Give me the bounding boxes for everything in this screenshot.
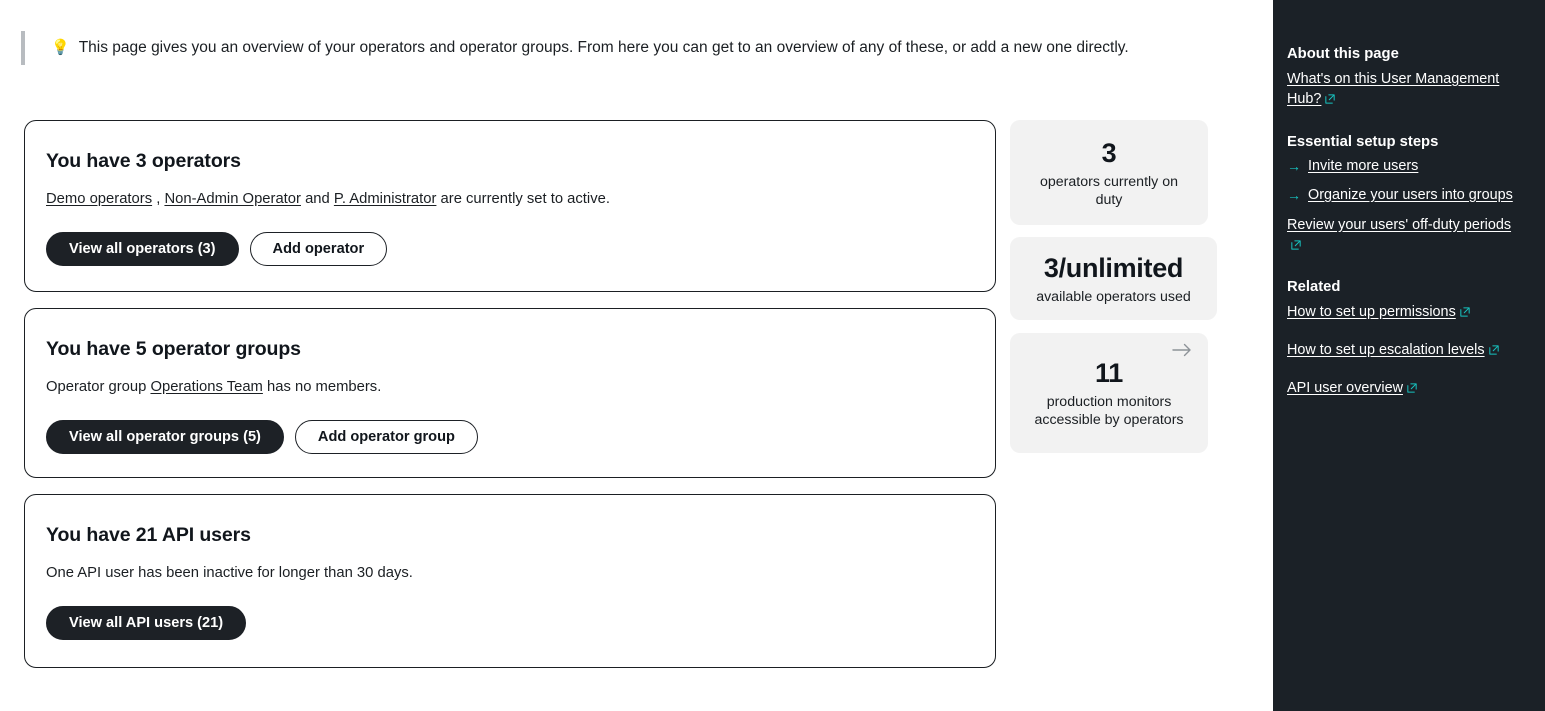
help-sidebar: About this page What's on this User Mana…	[1273, 0, 1545, 711]
stat-monitors-value: 11	[1095, 358, 1123, 388]
operator-groups-card-description: Operator group Operations Team has no me…	[46, 377, 974, 397]
stat-operators-on-duty: 3 operators currently on duty	[1010, 120, 1208, 225]
sidebar-about-link-row: What's on this User Management Hub?	[1287, 69, 1525, 109]
external-link-icon	[1460, 307, 1470, 317]
external-link-icon	[1488, 345, 1499, 355]
sidebar-heading-about: About this page	[1287, 46, 1399, 62]
sidebar-related-item-1: How to set up permissions	[1287, 302, 1525, 322]
sidebar-link-organize-users-into-groups[interactable]: Organize your users into groups	[1308, 186, 1513, 205]
lightbulb-icon: 💡	[51, 39, 70, 56]
sidebar-link-invite-more-users[interactable]: Invite more users	[1308, 157, 1418, 176]
arrow-right-icon[interactable]	[1172, 343, 1192, 357]
sidebar-link-review-off-duty-periods[interactable]: Review your users' off-duty periods	[1287, 217, 1511, 233]
link-p-administrator[interactable]: P. Administrator	[334, 191, 437, 207]
arrow-right-icon: →	[1287, 158, 1301, 174]
stat-on-duty-value: 3	[1101, 137, 1117, 168]
operators-desc-sep2: and	[300, 191, 334, 207]
view-all-operator-groups-button[interactable]: View all operator groups (5)	[46, 420, 284, 454]
stat-available-operators: 3/unlimited available operators used	[1010, 237, 1217, 320]
sidebar-essential-item-2: → Organize your users into groups	[1287, 186, 1525, 205]
info-banner: 💡 This page gives you an overview of you…	[21, 31, 1201, 65]
operators-desc-sep1: ,	[152, 191, 165, 207]
groups-desc-tail: has no members.	[262, 379, 382, 395]
operators-desc-tail: are currently set to active.	[436, 191, 610, 207]
main-content: 💡 This page gives you an overview of you…	[0, 0, 1273, 711]
api-users-card-title: You have 21 API users	[46, 524, 251, 546]
api-users-card-actions: View all API users (21)	[46, 606, 974, 640]
sidebar-link-wrap: How to set up permissions	[1287, 302, 1470, 322]
view-all-api-users-button[interactable]: View all API users (21)	[46, 606, 247, 640]
operator-groups-card: You have 5 operator groups Operator grou…	[24, 308, 996, 478]
operators-card: You have 3 operators Demo operators , No…	[24, 120, 996, 292]
sidebar-link-how-to-set-up-permissions[interactable]: How to set up permissions	[1287, 304, 1456, 320]
sidebar-link-user-management-hub[interactable]: What's on this User Management Hub?	[1287, 71, 1499, 107]
page-root: 💡 This page gives you an overview of you…	[0, 0, 1545, 711]
sidebar-essential-item-1: → Invite more users	[1287, 157, 1525, 176]
info-banner-text: This page gives you an overview of your …	[78, 39, 1129, 56]
sidebar-link-wrap: How to set up escalation levels	[1287, 340, 1499, 360]
stat-on-duty-label: operators currently on duty	[1039, 173, 1178, 208]
operator-groups-card-actions: View all operator groups (5) Add operato…	[46, 420, 974, 454]
sidebar-link-wrap: Review your users' off-duty periods	[1287, 215, 1525, 254]
arrow-right-icon: →	[1287, 187, 1301, 203]
stat-monitors-label: production monitors accessible by operat…	[1034, 394, 1184, 428]
add-operator-group-button[interactable]: Add operator group	[294, 420, 478, 454]
sidebar-link-api-user-overview[interactable]: API user overview	[1287, 380, 1403, 396]
link-non-admin-operator[interactable]: Non-Admin Operator	[164, 191, 301, 207]
external-link-icon	[1325, 94, 1336, 104]
sidebar-essential-item-3: Review your users' off-duty periods	[1287, 215, 1525, 254]
link-demo-operators[interactable]: Demo operators	[46, 191, 152, 207]
sidebar-heading-essential: Essential setup steps	[1287, 134, 1439, 150]
view-all-operators-button[interactable]: View all operators (3)	[46, 232, 239, 266]
api-users-card-description: One API user has been inactive for longe…	[46, 565, 413, 581]
stat-available-label: available operators used	[1036, 288, 1191, 305]
external-link-icon	[1291, 240, 1301, 250]
external-link-icon	[1407, 383, 1417, 393]
operators-card-actions: View all operators (3) Add operator	[46, 232, 974, 266]
add-operator-button[interactable]: Add operator	[249, 232, 388, 266]
stat-production-monitors[interactable]: 11 production monitors accessible by ope…	[1010, 333, 1208, 453]
api-users-card: You have 21 API users One API user has b…	[24, 494, 996, 668]
sidebar-related-item-3: API user overview	[1287, 378, 1525, 398]
operators-card-description: Demo operators , Non-Admin Operator and …	[46, 189, 974, 209]
sidebar-heading-related: Related	[1287, 279, 1341, 295]
link-operations-team[interactable]: Operations Team	[150, 379, 262, 395]
operator-groups-card-title: You have 5 operator groups	[46, 338, 301, 360]
sidebar-link-how-to-set-up-escalation-levels[interactable]: How to set up escalation levels	[1287, 342, 1485, 358]
sidebar-link-wrap: API user overview	[1287, 378, 1417, 398]
sidebar-related-item-2: How to set up escalation levels	[1287, 340, 1525, 360]
groups-desc-prefix: Operator group	[46, 379, 151, 395]
stat-available-value: 3/unlimited	[1043, 252, 1184, 283]
operators-card-title: You have 3 operators	[46, 150, 241, 172]
sidebar-link-wrap: What's on this User Management Hub?	[1287, 69, 1525, 109]
